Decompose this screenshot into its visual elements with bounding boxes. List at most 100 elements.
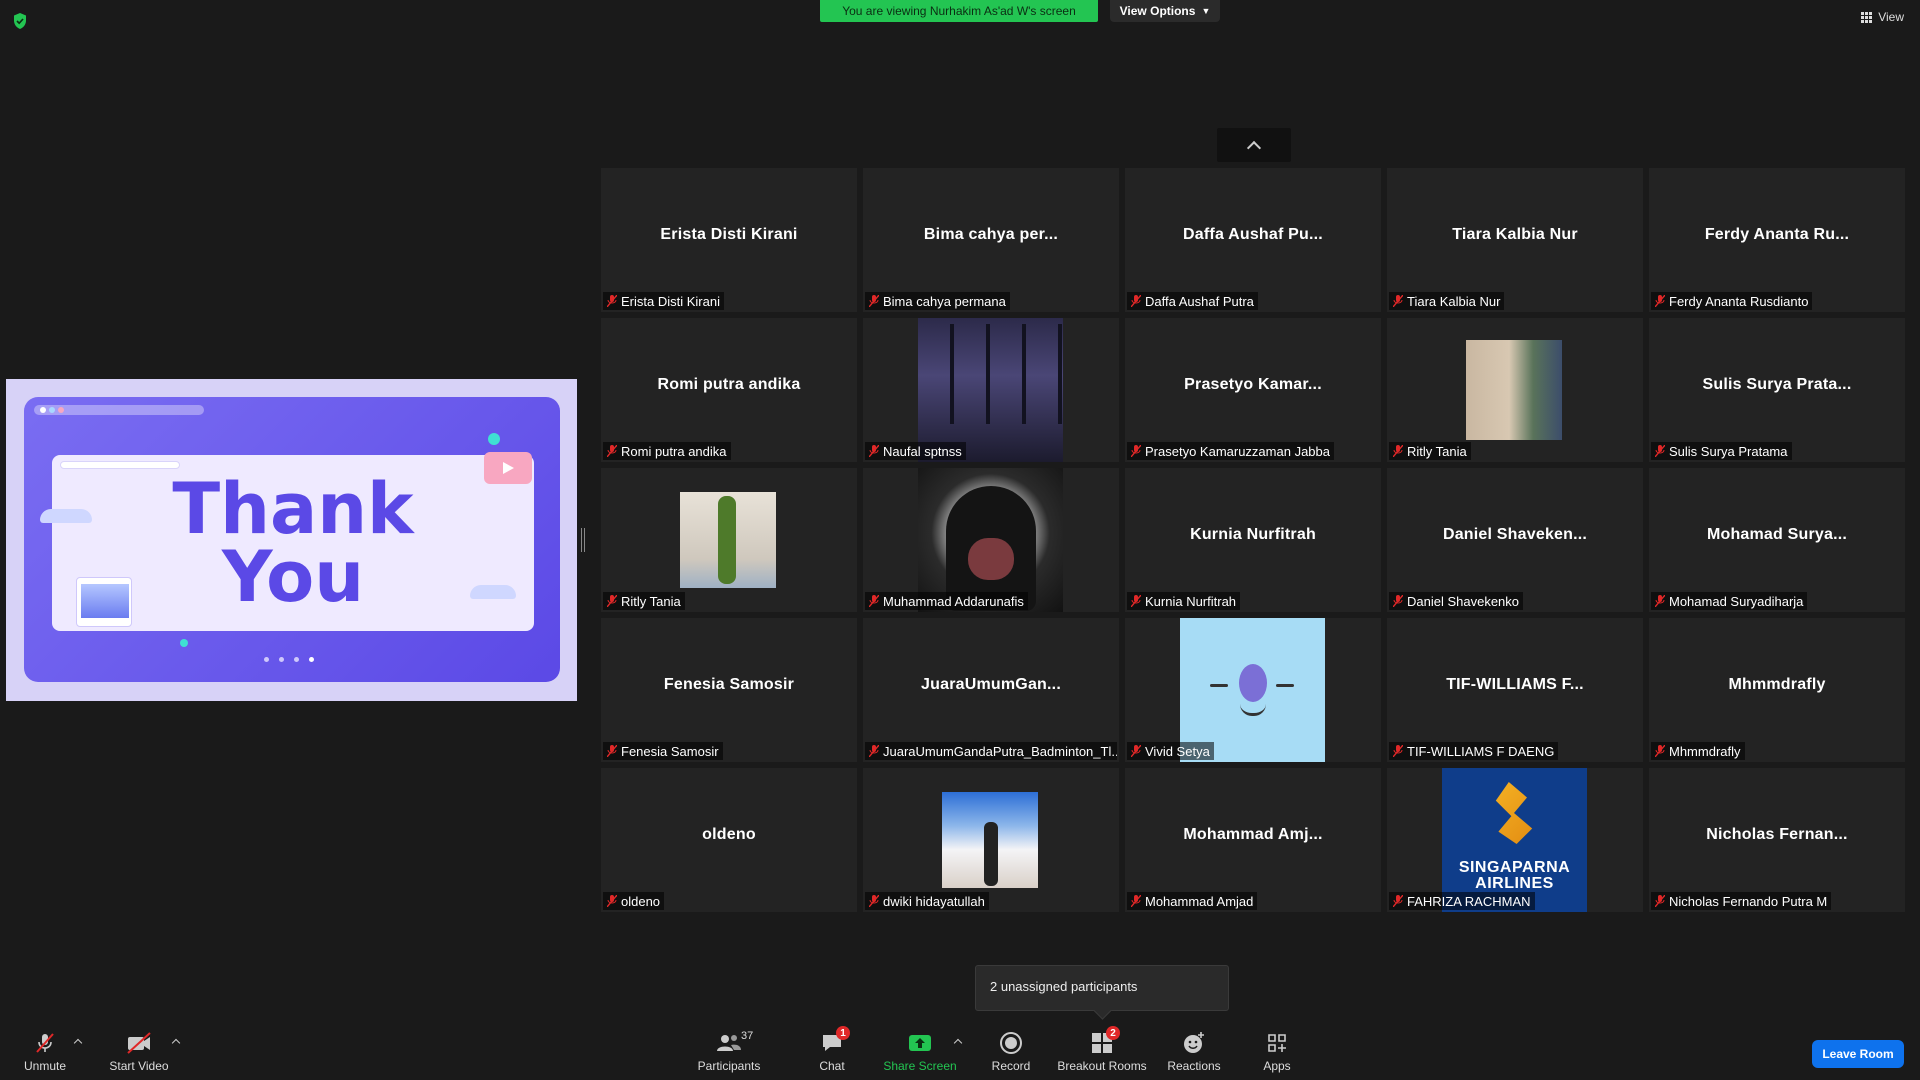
- participant-video: SINGAPARNA AIRLINES: [1442, 768, 1587, 912]
- participant-name-label: Prasetyo Kamaruzzaman Jabba: [1127, 442, 1334, 460]
- breakout-rooms-icon: 2: [1088, 1026, 1120, 1056]
- participant-tile[interactable]: Naufal sptnss: [863, 318, 1119, 462]
- participant-name-label: oldeno: [603, 892, 665, 910]
- participant-name: Kurnia Nurfitrah: [1145, 593, 1237, 609]
- audio-options-caret-icon[interactable]: [73, 1038, 83, 1048]
- participant-name-label: TIF-WILLIAMS F DAENG: [1389, 742, 1559, 760]
- participant-tile[interactable]: dwiki hidayatullah: [863, 768, 1119, 912]
- participant-tile[interactable]: Daffa Aushaf Pu... Daffa Aushaf Putra: [1125, 168, 1381, 312]
- participant-name-label: JuaraUmumGandaPutra_Badminton_Tl...: [865, 742, 1117, 760]
- grid-view-icon: [1861, 11, 1873, 23]
- reactions-button[interactable]: Reactions: [1166, 1030, 1222, 1076]
- record-button[interactable]: Record: [986, 1030, 1036, 1076]
- participant-name: Bima cahya permana: [883, 293, 1006, 309]
- participant-name-label: Vivid Setya: [1127, 742, 1214, 760]
- gallery-page-up-button[interactable]: [1217, 128, 1291, 162]
- chat-unread-badge: 1: [836, 1026, 850, 1040]
- unassigned-participants-tooltip: 2 unassigned participants: [975, 965, 1229, 1011]
- participant-display-name: TIF-WILLIAMS F...: [1446, 676, 1584, 693]
- security-shield-icon[interactable]: [12, 12, 28, 30]
- apps-button[interactable]: Apps: [1257, 1030, 1297, 1076]
- view-layout-button[interactable]: View: [1861, 10, 1904, 24]
- participant-tile[interactable]: Sulis Surya Prata... Sulis Surya Pratama: [1649, 318, 1905, 462]
- breakout-rooms-button[interactable]: 2 Breakout Rooms: [1057, 1026, 1147, 1076]
- participant-name-label: Fenesia Samosir: [603, 742, 723, 760]
- participant-tile[interactable]: Mhmmdrafly Mhmmdrafly: [1649, 618, 1905, 762]
- participant-display-name: Fenesia Samosir: [663, 676, 795, 693]
- view-options-button[interactable]: View Options ▼: [1110, 0, 1220, 22]
- airline-logo-icon: [1495, 782, 1533, 844]
- participant-name: Romi putra andika: [621, 443, 727, 459]
- participant-tile[interactable]: Ritly Tania: [1387, 318, 1643, 462]
- participant-name: oldeno: [621, 893, 661, 909]
- breakout-rooms-label: Breakout Rooms: [1057, 1059, 1147, 1073]
- muted-mic-icon: [1392, 894, 1404, 908]
- chat-button[interactable]: 1 Chat: [812, 1026, 852, 1076]
- participant-name-label: Ritly Tania: [1389, 442, 1471, 460]
- participant-display-name: Erista Disti Kirani: [660, 226, 798, 243]
- participant-display-name: oldeno: [702, 826, 756, 843]
- participant-tile[interactable]: TIF-WILLIAMS F... TIF-WILLIAMS F DAENG: [1387, 618, 1643, 762]
- participant-tile[interactable]: Erista Disti Kirani Erista Disti Kirani: [601, 168, 857, 312]
- panel-resize-handle[interactable]: [581, 528, 585, 552]
- video-off-icon: [125, 1030, 153, 1056]
- start-video-label: Start Video: [109, 1059, 169, 1073]
- participant-name: Mhmmdrafly: [1669, 743, 1741, 759]
- muted-mic-icon: [1654, 294, 1666, 308]
- muted-mic-icon: [606, 594, 618, 608]
- participant-tile[interactable]: JuaraUmumGan... JuaraUmumGandaPutra_Badmi…: [863, 618, 1119, 762]
- participant-video: [1466, 340, 1562, 440]
- participant-name-label: Erista Disti Kirani: [603, 292, 724, 310]
- start-video-button[interactable]: Start Video: [106, 1030, 172, 1076]
- participant-tile[interactable]: SINGAPARNA AIRLINES FAHRIZA RACHMAN: [1387, 768, 1643, 912]
- unmute-button[interactable]: Unmute: [20, 1030, 70, 1076]
- participant-tile[interactable]: oldeno oldeno: [601, 768, 857, 912]
- participant-tile[interactable]: Daniel Shaveken... Daniel Shavekenko: [1387, 468, 1643, 612]
- muted-mic-icon: [606, 894, 618, 908]
- participants-button[interactable]: 37 Participants: [696, 1030, 762, 1076]
- participant-tile[interactable]: Bima cahya per... Bima cahya permana: [863, 168, 1119, 312]
- participant-name: JuaraUmumGandaPutra_Badminton_Tl...: [883, 743, 1117, 759]
- leave-room-button[interactable]: Leave Room: [1812, 1040, 1904, 1068]
- muted-mic-icon: [1130, 744, 1142, 758]
- muted-mic-icon: [1130, 594, 1142, 608]
- muted-mic-icon: [868, 294, 880, 308]
- share-screen-icon: [906, 1030, 934, 1056]
- participant-name-label: Muhammad Addarunafis: [865, 592, 1028, 610]
- reactions-smiley-icon: [1180, 1030, 1208, 1056]
- participant-tile[interactable]: Ritly Tania: [601, 468, 857, 612]
- apps-label: Apps: [1263, 1059, 1291, 1073]
- participant-tile[interactable]: Vivid Setya: [1125, 618, 1381, 762]
- video-options-caret-icon[interactable]: [171, 1038, 181, 1048]
- participant-name-label: Ritly Tania: [603, 592, 685, 610]
- muted-mic-icon: [1130, 294, 1142, 308]
- participant-tile[interactable]: Romi putra andika Romi putra andika: [601, 318, 857, 462]
- muted-mic-icon: [1130, 894, 1142, 908]
- participant-name: Mohammad Amjad: [1145, 893, 1254, 909]
- chevron-up-icon: [1246, 140, 1262, 155]
- participant-name: Tiara Kalbia Nur: [1407, 293, 1501, 309]
- participant-tile[interactable]: Ferdy Ananta Ru... Ferdy Ananta Rusdianto: [1649, 168, 1905, 312]
- muted-mic-icon: [1392, 444, 1404, 458]
- participant-tile[interactable]: Mohamad Surya... Mohamad Suryadiharja: [1649, 468, 1905, 612]
- shared-screen[interactable]: Thank You: [6, 379, 577, 701]
- unmute-label: Unmute: [23, 1059, 67, 1073]
- muted-mic-icon: [1654, 744, 1666, 758]
- participant-name-label: Mhmmdrafly: [1651, 742, 1745, 760]
- participant-tile[interactable]: Mohammad Amj... Mohammad Amjad: [1125, 768, 1381, 912]
- participant-display-name: Daniel Shaveken...: [1442, 526, 1588, 543]
- participant-name: Sulis Surya Pratama: [1669, 443, 1788, 459]
- record-label: Record: [991, 1059, 1031, 1073]
- participant-tile[interactable]: Nicholas Fernan... Nicholas Fernando Putr…: [1649, 768, 1905, 912]
- participant-tile[interactable]: Tiara Kalbia Nur Tiara Kalbia Nur: [1387, 168, 1643, 312]
- participant-name-label: dwiki hidayatullah: [865, 892, 989, 910]
- participant-display-name: Romi putra andika: [657, 376, 801, 393]
- participant-tile[interactable]: Fenesia Samosir Fenesia Samosir: [601, 618, 857, 762]
- participant-display-name: Daffa Aushaf Pu...: [1183, 226, 1323, 243]
- muted-mic-icon: [1654, 894, 1666, 908]
- participant-tile[interactable]: Muhammad Addarunafis: [863, 468, 1119, 612]
- participant-tile[interactable]: Kurnia Nurfitrah Kurnia Nurfitrah: [1125, 468, 1381, 612]
- slide-pager: [264, 657, 314, 662]
- participant-tile[interactable]: Prasetyo Kamar... Prasetyo Kamaruzzaman J…: [1125, 318, 1381, 462]
- share-screen-button[interactable]: Share Screen: [883, 1030, 957, 1076]
